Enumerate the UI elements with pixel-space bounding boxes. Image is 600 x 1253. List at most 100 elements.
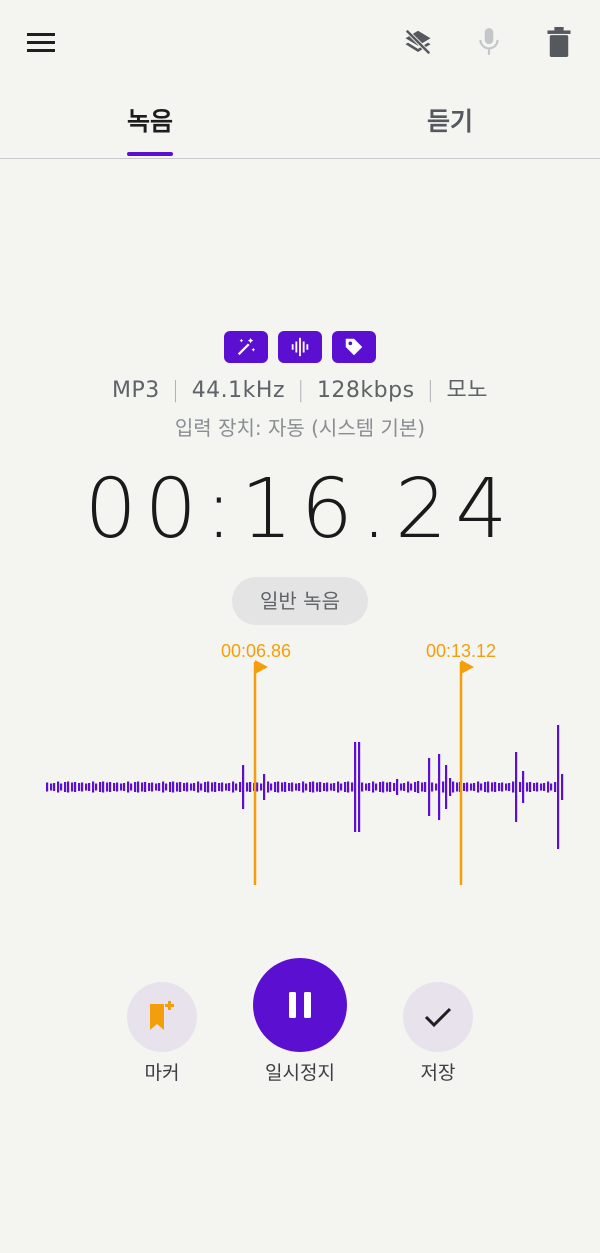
magic-wand-icon[interactable] xyxy=(224,331,268,363)
waveform-icon[interactable] xyxy=(278,331,322,363)
waveform-bar xyxy=(116,782,119,792)
waveform-bar xyxy=(330,783,333,791)
waveform-bar xyxy=(78,783,81,791)
pause-label: 일시정지 xyxy=(265,1062,335,1084)
tab-bar: 녹음 듣기 xyxy=(0,96,600,159)
waveform-bar xyxy=(211,782,214,792)
waveform-bar xyxy=(232,781,235,793)
waveform-bar xyxy=(246,782,249,792)
waveform-bar xyxy=(407,781,410,793)
waveform-bar xyxy=(155,783,158,791)
waveform-bar xyxy=(326,782,329,792)
waveform-bar xyxy=(113,783,116,791)
waveform-bar xyxy=(144,782,147,792)
waveform-bar xyxy=(267,781,270,793)
waveform-bar xyxy=(270,783,273,791)
waveform-bar xyxy=(554,782,557,792)
waveform-bar xyxy=(323,783,326,791)
pause-control: 일시정지 xyxy=(240,958,360,1085)
waveform-bar xyxy=(95,783,98,791)
waveform-bar xyxy=(85,783,88,791)
waveform-bar xyxy=(344,782,347,792)
channels-text: 모노 xyxy=(446,378,488,403)
waveform-bar xyxy=(197,781,200,793)
waveform-bar xyxy=(452,781,455,793)
waveform-bar xyxy=(214,782,217,792)
waveform-bar xyxy=(389,782,392,792)
waveform-bar xyxy=(393,783,396,791)
audio-format-info: MP3 | 44.1kHz | 128kbps | 모노 xyxy=(0,372,600,404)
waveform-bar xyxy=(533,783,536,791)
waveform-bar xyxy=(484,782,487,792)
waveform-bar xyxy=(431,782,434,792)
marker-time-label: 00:13.12 xyxy=(426,641,496,661)
waveform-bar xyxy=(88,783,91,791)
trash-icon[interactable] xyxy=(539,22,579,62)
waveform-bar xyxy=(263,774,266,800)
marker-flag-icon xyxy=(461,660,474,674)
pause-button[interactable] xyxy=(253,958,347,1052)
tab-record[interactable]: 녹음 xyxy=(0,96,300,158)
waveform-bar xyxy=(172,781,175,793)
layers-off-icon[interactable] xyxy=(398,22,438,62)
tag-icon[interactable] xyxy=(332,331,376,363)
waveform-bar xyxy=(281,782,284,792)
mic-icon[interactable] xyxy=(469,22,509,62)
add-marker-button[interactable] xyxy=(127,982,197,1052)
divider: | xyxy=(171,378,180,403)
waveform-bar xyxy=(536,782,539,792)
waveform-bar xyxy=(456,782,459,792)
waveform-bar xyxy=(137,781,140,793)
waveform-bar xyxy=(501,782,504,792)
waveform-bar xyxy=(340,783,343,791)
feature-badges xyxy=(0,331,600,363)
waveform-bar xyxy=(540,783,543,791)
tab-listen[interactable]: 듣기 xyxy=(300,96,600,158)
waveform-bar xyxy=(99,782,102,792)
waveform-bar xyxy=(60,783,63,791)
waveform-bar xyxy=(127,781,130,793)
waveform-bar xyxy=(561,774,564,800)
marker-1[interactable]: 00:06.86 xyxy=(221,641,291,885)
waveform-bar xyxy=(239,782,242,792)
waveform-bar xyxy=(298,783,301,791)
marker-2[interactable]: 00:13.12 xyxy=(426,641,496,885)
input-device-text: 입력 장치: 자동 (시스템 기본) xyxy=(174,416,426,440)
waveform-bar xyxy=(347,781,350,793)
format-text: MP3 xyxy=(112,378,160,403)
waveform-bar xyxy=(449,778,452,796)
waveform-bar xyxy=(158,783,161,791)
waveform-bar xyxy=(134,782,137,792)
waveform-bar xyxy=(81,782,84,792)
waveform-bar xyxy=(428,758,431,816)
waveform-bar xyxy=(67,781,70,793)
waveform-bar xyxy=(274,782,277,792)
waveform-bar xyxy=(529,782,532,792)
waveform-bar xyxy=(382,781,385,793)
waveform-bar xyxy=(403,783,406,791)
waveform-bar xyxy=(337,781,340,793)
recording-mode-chip[interactable]: 일반 녹음 xyxy=(232,577,368,625)
save-control: 저장 xyxy=(402,982,474,1085)
waveform-bar xyxy=(228,783,231,791)
waveform-bar xyxy=(92,781,95,793)
waveform-bar xyxy=(498,783,501,791)
waveform-bar xyxy=(550,783,553,791)
waveform-bar xyxy=(71,782,74,792)
waveform-bar xyxy=(218,783,221,791)
marker-control: 마커 xyxy=(126,982,198,1085)
save-button[interactable] xyxy=(403,982,473,1052)
top-app-bar xyxy=(0,0,600,84)
bitrate-text: 128kbps xyxy=(316,378,415,403)
menu-icon[interactable] xyxy=(21,22,61,62)
waveform-bar xyxy=(190,783,193,791)
waveform-bar xyxy=(515,752,518,822)
waveform-bar xyxy=(438,754,441,820)
waveform-bar xyxy=(74,782,77,792)
waveform-bar xyxy=(50,783,53,791)
waveform-bar xyxy=(57,781,60,793)
waveform-bar xyxy=(319,782,322,792)
waveform-bar xyxy=(169,782,172,792)
waveform[interactable]: 00:06.86 00:13.12 xyxy=(0,630,600,900)
waveform-bar xyxy=(130,783,133,791)
